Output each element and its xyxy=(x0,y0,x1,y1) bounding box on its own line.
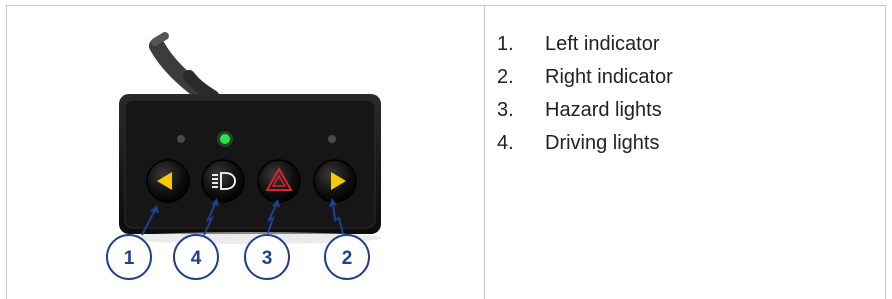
legend-item: 1. Left indicator xyxy=(497,28,673,61)
callout-1: 1 xyxy=(106,234,152,280)
left-indicator-led xyxy=(177,135,185,143)
legend-label: Left indicator xyxy=(545,33,660,55)
driving-lights-button[interactable] xyxy=(201,159,245,203)
legend-label: Driving lights xyxy=(545,132,660,154)
cable xyxy=(149,32,219,102)
column-divider xyxy=(484,5,485,299)
callout-3-label: 3 xyxy=(262,248,273,269)
right-indicator-button[interactable] xyxy=(313,159,357,203)
callout-2-label: 2 xyxy=(342,248,353,269)
callout-1-label: 1 xyxy=(124,248,135,269)
legend-list: 1. Left indicator 2. Right indicator 3. … xyxy=(497,28,673,160)
legend-label: Hazard lights xyxy=(545,99,662,121)
legend-number: 1. xyxy=(497,33,514,55)
legend-number: 3. xyxy=(497,99,514,121)
right-indicator-led xyxy=(328,135,336,143)
callout-2: 2 xyxy=(324,234,370,280)
driving-lights-led-glow xyxy=(217,131,233,147)
legend-number: 2. xyxy=(497,66,514,88)
hazard-lights-button[interactable] xyxy=(257,159,301,203)
legend-label: Right indicator xyxy=(545,66,673,88)
switch-panel-photo: 1 4 3 2 xyxy=(106,32,381,280)
legend-number: 4. xyxy=(497,132,514,154)
callout-3: 3 xyxy=(244,234,290,280)
callout-4-label: 4 xyxy=(191,248,202,269)
callout-4: 4 xyxy=(173,234,219,280)
legend-item: 4. Driving lights xyxy=(497,127,673,160)
legend-item: 3. Hazard lights xyxy=(497,94,673,127)
legend-item: 2. Right indicator xyxy=(497,61,673,94)
left-indicator-button[interactable] xyxy=(146,159,190,203)
